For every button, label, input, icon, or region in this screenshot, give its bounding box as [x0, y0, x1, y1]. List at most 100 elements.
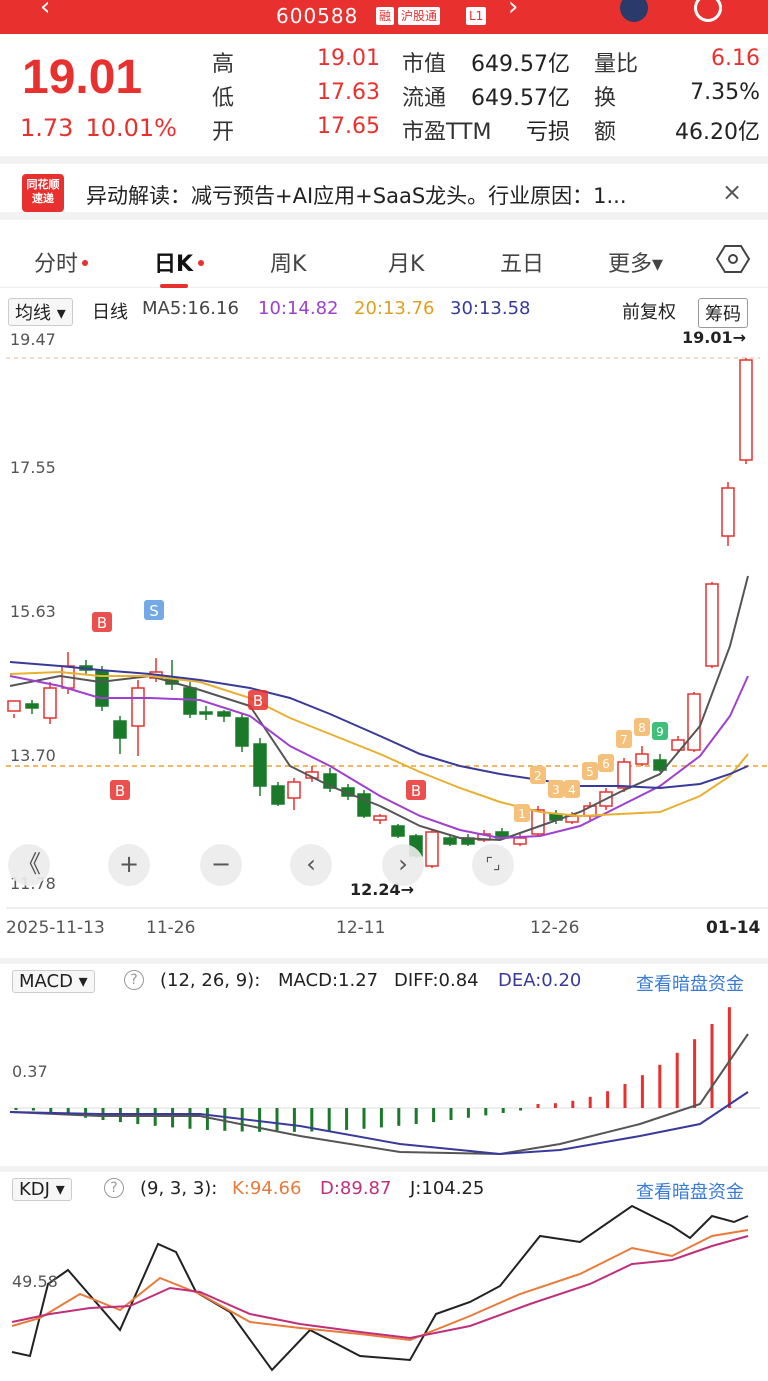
- active-tab-indicator: [160, 284, 188, 288]
- news-logo: 同花顺 速递: [22, 174, 64, 212]
- x-label: 12-11: [336, 918, 386, 938]
- indicator-selector[interactable]: 均线 ▾: [8, 298, 73, 326]
- dea-line: [9, 1091, 749, 1156]
- candle-body: [635, 753, 649, 765]
- macd-bar: [693, 1039, 697, 1108]
- y-label: 17.55: [10, 458, 56, 477]
- kdj-legend-bar: KDJ ▾ ? (9, 3, 3): K:94.66 D:89.87 J:104…: [0, 1166, 768, 1204]
- signal-label: B: [253, 692, 263, 710]
- tab-intraday[interactable]: 分时: [34, 246, 78, 278]
- candle-body: [705, 583, 719, 667]
- fullscreen-button[interactable]: ⌜⌟: [472, 844, 514, 886]
- macd-bar: [327, 1108, 331, 1131]
- settings-hexagon-icon[interactable]: [716, 244, 750, 274]
- x-label: 2025-11-13: [6, 918, 105, 938]
- macd-bar: [275, 1108, 279, 1132]
- candle-body: [687, 693, 701, 751]
- zoom-out-all-button[interactable]: 《: [8, 844, 50, 886]
- diff-value: DIFF:0.84: [394, 970, 479, 991]
- candle-body: [531, 809, 545, 835]
- avatar[interactable]: [620, 0, 648, 22]
- next-stock-icon[interactable]: ›: [508, 0, 518, 22]
- scroll-right-button[interactable]: ›: [382, 844, 424, 886]
- tab-more[interactable]: 更多▾: [608, 246, 663, 278]
- search-icon[interactable]: [694, 0, 722, 22]
- dark-pool-link[interactable]: 查看暗盘资金: [636, 1178, 744, 1204]
- candle-body: [113, 720, 127, 739]
- macd-bar: [727, 1007, 731, 1108]
- ma5-line: [9, 575, 749, 842]
- kdj-selector[interactable]: KDJ ▾: [12, 1178, 72, 1201]
- candle-body: [235, 717, 249, 747]
- tab-monthly-k[interactable]: 月K: [388, 246, 424, 278]
- macd-bar: [205, 1108, 209, 1130]
- candle-body: [7, 700, 21, 712]
- candle-body: [617, 761, 631, 789]
- count-label: 2: [534, 769, 542, 783]
- macd-svg: [9, 1007, 760, 1156]
- news-banner[interactable]: 同花顺 速递 异动解读：减亏预告+AI应用+SaaS龙头。行业原因：1... ×: [0, 156, 768, 220]
- candle-body: [425, 831, 439, 867]
- macd-bar: [223, 1108, 227, 1131]
- macd-bar: [658, 1064, 662, 1108]
- signal-label: B: [97, 614, 107, 632]
- dea-value: DEA:0.20: [498, 970, 582, 991]
- help-icon[interactable]: ?: [104, 1178, 124, 1198]
- kdj-panel: 49.58: [0, 1202, 768, 1377]
- badge-hk-connect: 沪股通: [398, 7, 441, 25]
- ma30-value: 30:13.58: [450, 298, 531, 319]
- signal-label: B: [411, 782, 421, 800]
- macd-bar: [362, 1108, 366, 1129]
- macd-bar: [710, 1024, 714, 1108]
- d-value: D:89.87: [320, 1178, 392, 1199]
- ma20-value: 20:13.76: [354, 298, 435, 319]
- tab-weekly-k[interactable]: 周K: [270, 246, 306, 278]
- dark-pool-link[interactable]: 查看暗盘资金: [636, 970, 744, 996]
- adjust-mode[interactable]: 前复权: [622, 298, 676, 324]
- quote-label: 市值: [402, 52, 447, 77]
- macd-bar: [397, 1108, 401, 1126]
- quote-value: 6.16: [711, 46, 760, 71]
- signal-label: B: [115, 782, 125, 800]
- help-icon[interactable]: ?: [124, 970, 144, 990]
- quote-value: 17.63: [317, 80, 380, 105]
- price-change: 1.73 10.01%: [20, 114, 189, 142]
- quote-label: 流通: [402, 86, 447, 111]
- change-percent: 10.01%: [85, 114, 177, 142]
- count-label: 5: [586, 765, 594, 779]
- news-text[interactable]: 异动解读：减亏预告+AI应用+SaaS龙头。行业原因：1...: [86, 180, 706, 210]
- candle-body: [443, 837, 457, 845]
- candle-body: [391, 825, 405, 837]
- close-icon[interactable]: ×: [722, 178, 742, 206]
- candle-body: [513, 837, 527, 845]
- macd-selector[interactable]: MACD ▾: [12, 970, 95, 993]
- zoom-out-button[interactable]: −: [200, 844, 242, 886]
- macd-params: (12, 26, 9):: [160, 970, 261, 991]
- prev-stock-icon[interactable]: ‹: [40, 0, 50, 22]
- tab-five-day[interactable]: 五日: [500, 246, 544, 278]
- y-label: 13.70: [10, 746, 56, 765]
- kdj-y-label: 49.58: [12, 1272, 58, 1291]
- quote-value: 19.01: [317, 46, 380, 71]
- quote-value: 亏损: [525, 120, 570, 145]
- macd-bar: [345, 1108, 349, 1130]
- ma-legend-bar: 均线 ▾ 日线 MA5:16.16 10:14.82 20:13.76 30:1…: [0, 292, 768, 328]
- chips-button[interactable]: 筹码: [698, 298, 748, 328]
- macd-bar: [571, 1100, 575, 1108]
- count-label: 8: [638, 721, 646, 735]
- candle-body: [217, 711, 231, 717]
- macd-bar: [14, 1108, 18, 1110]
- kline-chart[interactable]: B S B B B 1 23456789 19.47 17.55 15.63 13.70 1…: [0, 326, 768, 946]
- scroll-left-button[interactable]: ‹: [290, 844, 332, 886]
- candle-body: [199, 711, 213, 715]
- high-marker: 19.01→: [682, 328, 747, 347]
- macd-panel: 0.37: [0, 994, 768, 1160]
- macd-bar: [640, 1075, 644, 1108]
- x-label: 11-26: [146, 918, 196, 938]
- quote-value: 649.57亿: [471, 52, 570, 77]
- tab-daily-k[interactable]: 日K: [154, 246, 193, 278]
- j-value: J:104.25: [410, 1178, 485, 1199]
- period-label: 日线: [92, 302, 128, 323]
- zoom-in-button[interactable]: +: [108, 844, 150, 886]
- ma5-value: MA5:16.16: [142, 298, 239, 319]
